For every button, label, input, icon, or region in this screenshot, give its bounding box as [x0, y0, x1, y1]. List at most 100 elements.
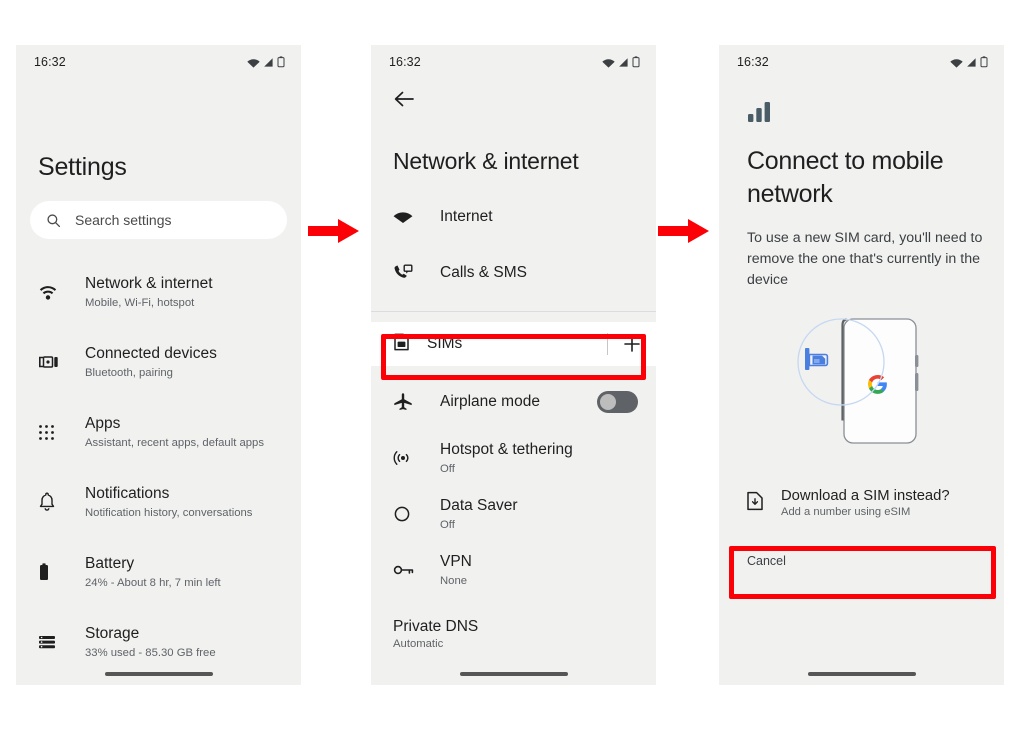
- sidebar-item-label: Notifications: [85, 484, 170, 502]
- status-clock: 16:32: [34, 55, 66, 69]
- search-placeholder-text: Search settings: [75, 212, 172, 228]
- row-text: Download a SIM instead? Add a number usi…: [781, 488, 950, 518]
- sidebar-item-subtitle: 24% - About 8 hr, 7 min left: [85, 576, 221, 589]
- list-item-label: VPN: [440, 552, 472, 570]
- row-text: Internet: [440, 207, 493, 227]
- battery-icon: [38, 562, 68, 582]
- screenshot-canvas: 16:32 Settings Search settings Network &…: [0, 0, 1024, 732]
- sidebar-item-notifications[interactable]: Notifications Notification history, conv…: [16, 467, 301, 537]
- row-text: Network & internet Mobile, Wi-Fi, hotspo…: [85, 274, 213, 311]
- step-arrow-2: [656, 216, 712, 246]
- list-item-hotspot-tethering[interactable]: Hotspot & tethering Off: [371, 430, 656, 486]
- page-title: Settings: [38, 153, 127, 181]
- row-text: Calls & SMS: [440, 263, 527, 283]
- list-item-subtitle: Automatic: [393, 638, 444, 650]
- sidebar-item-label: Storage: [85, 624, 140, 642]
- signal-bars-icon: [719, 79, 1004, 128]
- row-text: Storage 33% used - 85.30 GB free: [85, 624, 216, 661]
- settings-list: Network & internet Mobile, Wi-Fi, hotspo…: [16, 257, 301, 677]
- sidebar-item-storage[interactable]: Storage 33% used - 85.30 GB free: [16, 607, 301, 677]
- list-item-label: Hotspot & tethering: [440, 440, 573, 458]
- sidebar-item-label: Battery: [85, 554, 135, 572]
- phone-screen-settings: 16:32 Settings Search settings Network &…: [16, 45, 301, 685]
- sidebar-item-subtitle: Assistant, recent apps, default apps: [85, 436, 264, 449]
- airplane-mode-toggle[interactable]: [597, 391, 638, 413]
- airplane-icon: [393, 392, 423, 412]
- row-text: Airplane mode: [440, 392, 540, 412]
- download-esim-button[interactable]: Download a SIM instead? Add a number usi…: [719, 488, 1004, 518]
- list-item-label: Calls & SMS: [440, 264, 527, 281]
- gesture-bar[interactable]: [459, 672, 568, 676]
- battery-icon: [277, 56, 285, 68]
- list-item-subtitle: None: [440, 574, 468, 587]
- wifi-icon: [602, 58, 615, 68]
- list-item-data-saver[interactable]: Data Saver Off: [371, 486, 656, 542]
- list-item-label: Private DNS: [393, 618, 479, 635]
- status-icons: [247, 56, 285, 68]
- row-text: Apps Assistant, recent apps, default app…: [85, 414, 264, 451]
- page-body-text: To use a new SIM card, you'll need to re…: [747, 230, 983, 288]
- gesture-bar[interactable]: [807, 672, 916, 676]
- list-item-airplane-mode[interactable]: Airplane mode: [371, 374, 656, 430]
- sidebar-item-subtitle: Mobile, Wi-Fi, hotspot: [85, 296, 195, 309]
- status-clock: 16:32: [389, 55, 421, 69]
- list-item-calls-sms[interactable]: Calls & SMS: [371, 245, 656, 301]
- sims-row-spacer: [371, 312, 656, 322]
- list-item-private-dns[interactable]: Private DNS Automatic: [371, 618, 656, 650]
- download-esim-subtitle: Add a number using eSIM: [781, 506, 911, 518]
- list-item-vpn[interactable]: VPN None: [371, 542, 656, 598]
- row-text: Battery 24% - About 8 hr, 7 min left: [85, 554, 221, 591]
- sidebar-item-apps[interactable]: Apps Assistant, recent apps, default app…: [16, 397, 301, 467]
- network-list-bottom: Airplane mode Hotspot & tethering Off Da…: [371, 374, 656, 598]
- cell-signal-icon: [619, 57, 628, 67]
- sidebar-item-subtitle: 33% used - 85.30 GB free: [85, 646, 216, 659]
- status-clock: 16:32: [737, 55, 769, 69]
- gesture-bar[interactable]: [104, 672, 213, 676]
- back-button[interactable]: [371, 79, 656, 114]
- vpn-key-icon: [393, 563, 423, 577]
- sidebar-item-label: Apps: [85, 414, 121, 432]
- highlight-box-download-esim: [729, 546, 996, 599]
- step-arrow-1: [306, 216, 362, 246]
- back-arrow-icon: [394, 91, 414, 107]
- sidebar-item-label: Connected devices: [85, 344, 217, 362]
- toggle-knob: [600, 394, 616, 410]
- row-text: Connected devices Bluetooth, pairing: [85, 344, 217, 381]
- esim-download-icon: [745, 490, 765, 517]
- hotspot-icon: [393, 449, 423, 467]
- bell-icon: [38, 492, 68, 512]
- battery-icon: [632, 56, 640, 68]
- storage-icon: [38, 634, 68, 650]
- cell-signal-icon: [967, 57, 976, 67]
- status-icons: [602, 56, 640, 68]
- list-item-label: Data Saver: [440, 496, 518, 514]
- sidebar-item-subtitle: Bluetooth, pairing: [85, 366, 173, 379]
- status-bar: 16:32: [16, 45, 301, 79]
- sidebar-item-connected-devices[interactable]: Connected devices Bluetooth, pairing: [16, 327, 301, 397]
- row-text: VPN None: [440, 552, 472, 589]
- page-title: Network & internet: [393, 148, 579, 174]
- list-item-subtitle: Off: [440, 518, 455, 531]
- row-text: Data Saver Off: [440, 496, 518, 533]
- status-icons: [950, 56, 988, 68]
- status-bar: 16:32: [371, 45, 656, 79]
- wifi-icon: [950, 58, 963, 68]
- sidebar-item-battery[interactable]: Battery 24% - About 8 hr, 7 min left: [16, 537, 301, 607]
- sidebar-item-network-internet[interactable]: Network & internet Mobile, Wi-Fi, hotspo…: [16, 257, 301, 327]
- list-item-subtitle: Off: [440, 462, 455, 475]
- sim-tray-phone-illustration: [719, 299, 1004, 464]
- search-input[interactable]: Search settings: [30, 201, 287, 239]
- cell-signal-icon: [264, 57, 273, 67]
- wifi-solid-icon: [393, 210, 423, 224]
- apps-grid-icon: [38, 424, 68, 441]
- wifi-icon: [247, 58, 260, 68]
- page-title: Connect to mobile network: [747, 147, 944, 208]
- data-saver-icon: [393, 505, 423, 523]
- sidebar-item-label: Network & internet: [85, 274, 213, 292]
- download-esim-label: Download a SIM instead?: [781, 488, 950, 504]
- list-item-label: Internet: [440, 208, 493, 225]
- list-item-internet[interactable]: Internet: [371, 189, 656, 245]
- status-bar: 16:32: [719, 45, 1004, 79]
- search-icon: [47, 213, 61, 227]
- battery-icon: [980, 56, 988, 68]
